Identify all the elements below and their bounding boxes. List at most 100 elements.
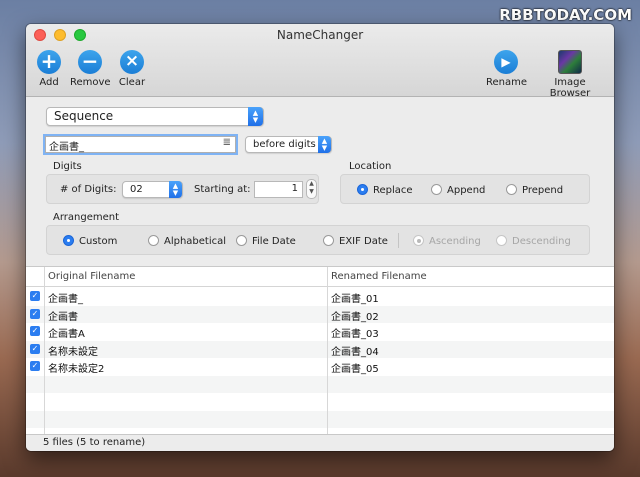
status-bar: 5 files (5 to rename) — [26, 434, 614, 451]
divider — [398, 233, 399, 248]
clear-label: Clear — [118, 77, 146, 88]
original-filename: 企画書 — [48, 311, 78, 323]
empty-row — [26, 410, 614, 428]
radio-descending-indicator — [496, 235, 507, 246]
radio-ascending-indicator — [413, 235, 424, 246]
status-text: 5 files (5 to rename) — [43, 437, 146, 448]
row-checkbox[interactable]: ✓ — [30, 291, 40, 301]
name-text-field[interactable]: 企画書_ ≣ — [45, 136, 236, 153]
original-filename: 名称未設定 — [48, 346, 98, 358]
x-icon: × — [120, 50, 144, 74]
rename-label: Rename — [486, 77, 528, 88]
image-browser-button[interactable]: Image Browser — [533, 50, 607, 99]
list-icon[interactable]: ≣ — [223, 137, 231, 148]
table-row[interactable]: ✓ 企画書 企画書_02 — [26, 305, 614, 323]
arrangement-group: Custom Alphabetical File Date EXIF Date … — [46, 225, 590, 255]
digits-heading: Digits — [53, 161, 82, 172]
radio-file-date[interactable]: File Date — [236, 235, 296, 247]
position-popup[interactable]: before digits ▲ ▼ — [245, 136, 332, 153]
radio-alphabetical[interactable]: Alphabetical — [148, 235, 226, 247]
table-row[interactable]: ✓ 名称未設定2 企画書_05 — [26, 358, 614, 376]
minus-icon: − — [78, 50, 102, 74]
radio-append-label: Append — [447, 185, 486, 196]
num-digits-value: 02 — [130, 184, 143, 195]
num-digits-label: # of Digits: — [60, 184, 117, 195]
radio-prepend-indicator — [506, 184, 517, 195]
table-row[interactable]: ✓ 企画書A 企画書_03 — [26, 323, 614, 341]
original-filename: 企画書_ — [48, 294, 83, 305]
radio-alphabetical-indicator — [148, 235, 159, 246]
remove-button[interactable]: − Remove — [70, 50, 111, 88]
radio-file-date-indicator — [236, 235, 247, 246]
position-popup-value: before digits — [253, 139, 316, 150]
column-divider[interactable] — [327, 267, 328, 435]
popup-arrows-icon: ▲ ▼ — [169, 181, 182, 198]
radio-descending-label: Descending — [512, 236, 571, 247]
table-row[interactable]: ✓ 名称未設定 企画書_04 — [26, 340, 614, 358]
radio-replace-label: Replace — [373, 185, 413, 196]
renamed-filename: 企画書_04 — [331, 346, 379, 358]
clear-button[interactable]: × Clear — [118, 50, 146, 88]
renamed-filename: 企画書_03 — [331, 329, 379, 340]
row-checkbox[interactable]: ✓ — [30, 343, 40, 354]
starting-at-value: 1 — [291, 183, 298, 194]
starting-at-label: Starting at: — [194, 184, 251, 195]
add-button[interactable]: + Add — [36, 50, 62, 88]
radio-prepend-label: Prepend — [522, 185, 564, 196]
window-title: NameChanger — [276, 28, 364, 42]
radio-append-indicator — [431, 184, 442, 195]
radio-custom-label: Custom — [79, 236, 118, 247]
original-filename: 名称未設定2 — [48, 364, 105, 375]
row-checkbox[interactable]: ✓ — [30, 308, 40, 319]
digits-group: # of Digits: 02 ▲ ▼ Starting at: 1 ▲ ▼ — [46, 174, 319, 204]
empty-row — [26, 393, 614, 411]
radio-ascending[interactable]: Ascending — [413, 235, 481, 247]
row-checkbox[interactable]: ✓ — [30, 326, 40, 336]
column-divider — [44, 267, 45, 435]
image-browser-label: Image Browser — [549, 77, 591, 99]
radio-exif-date[interactable]: EXIF Date — [323, 235, 388, 247]
radio-alphabetical-label: Alphabetical — [164, 236, 227, 247]
name-text-value: 企画書_ — [49, 142, 84, 153]
mode-popup[interactable]: Sequence ▲ ▼ — [46, 107, 264, 126]
table-row[interactable]: ✓ 企画書_ 企画書_01 — [26, 288, 614, 306]
column-header-renamed[interactable]: Renamed Filename — [331, 271, 427, 282]
column-header-original[interactable]: Original Filename — [48, 271, 135, 282]
radio-replace-indicator — [357, 184, 368, 195]
radio-custom-indicator — [63, 235, 74, 246]
radio-append[interactable]: Append — [431, 184, 485, 196]
plus-icon: + — [37, 50, 61, 74]
titlebar: NameChanger + Add − Remove × Clear ▶ Ren… — [26, 24, 614, 99]
table-header: Original Filename Renamed Filename — [26, 267, 614, 287]
starting-at-stepper[interactable]: ▲ ▼ — [306, 179, 317, 199]
app-window: NameChanger + Add − Remove × Clear ▶ Ren… — [26, 24, 614, 451]
radio-replace[interactable]: Replace — [357, 184, 413, 196]
play-icon: ▶ — [494, 50, 518, 74]
mode-popup-value: Sequence — [54, 109, 114, 123]
watermark: RBBTODAY.COM — [499, 6, 632, 24]
image-browser-icon — [558, 50, 582, 74]
arrangement-heading: Arrangement — [53, 212, 120, 223]
location-group: Replace Append Prepend — [340, 174, 590, 204]
original-filename: 企画書A — [48, 329, 85, 340]
starting-at-field[interactable]: 1 — [254, 181, 303, 198]
popup-arrows-icon: ▲ ▼ — [318, 136, 331, 153]
radio-prepend[interactable]: Prepend — [506, 184, 563, 196]
remove-label: Remove — [70, 77, 111, 88]
radio-descending[interactable]: Descending — [496, 235, 571, 247]
radio-file-date-label: File Date — [252, 236, 296, 247]
radio-custom[interactable]: Custom — [63, 235, 117, 247]
empty-row — [26, 375, 614, 393]
num-digits-popup[interactable]: 02 ▲ ▼ — [122, 181, 183, 198]
rename-button[interactable]: ▶ Rename — [486, 50, 528, 88]
renamed-filename: 企画書_02 — [331, 311, 379, 323]
popup-arrows-icon: ▲ ▼ — [248, 107, 263, 126]
renamed-filename: 企画書_05 — [331, 364, 379, 375]
radio-ascending-label: Ascending — [429, 236, 481, 247]
location-heading: Location — [349, 161, 392, 172]
renamed-filename: 企画書_01 — [331, 294, 379, 305]
add-label: Add — [39, 77, 59, 88]
row-checkbox[interactable]: ✓ — [30, 361, 40, 371]
radio-exif-date-label: EXIF Date — [339, 236, 388, 247]
radio-exif-date-indicator — [323, 235, 334, 246]
